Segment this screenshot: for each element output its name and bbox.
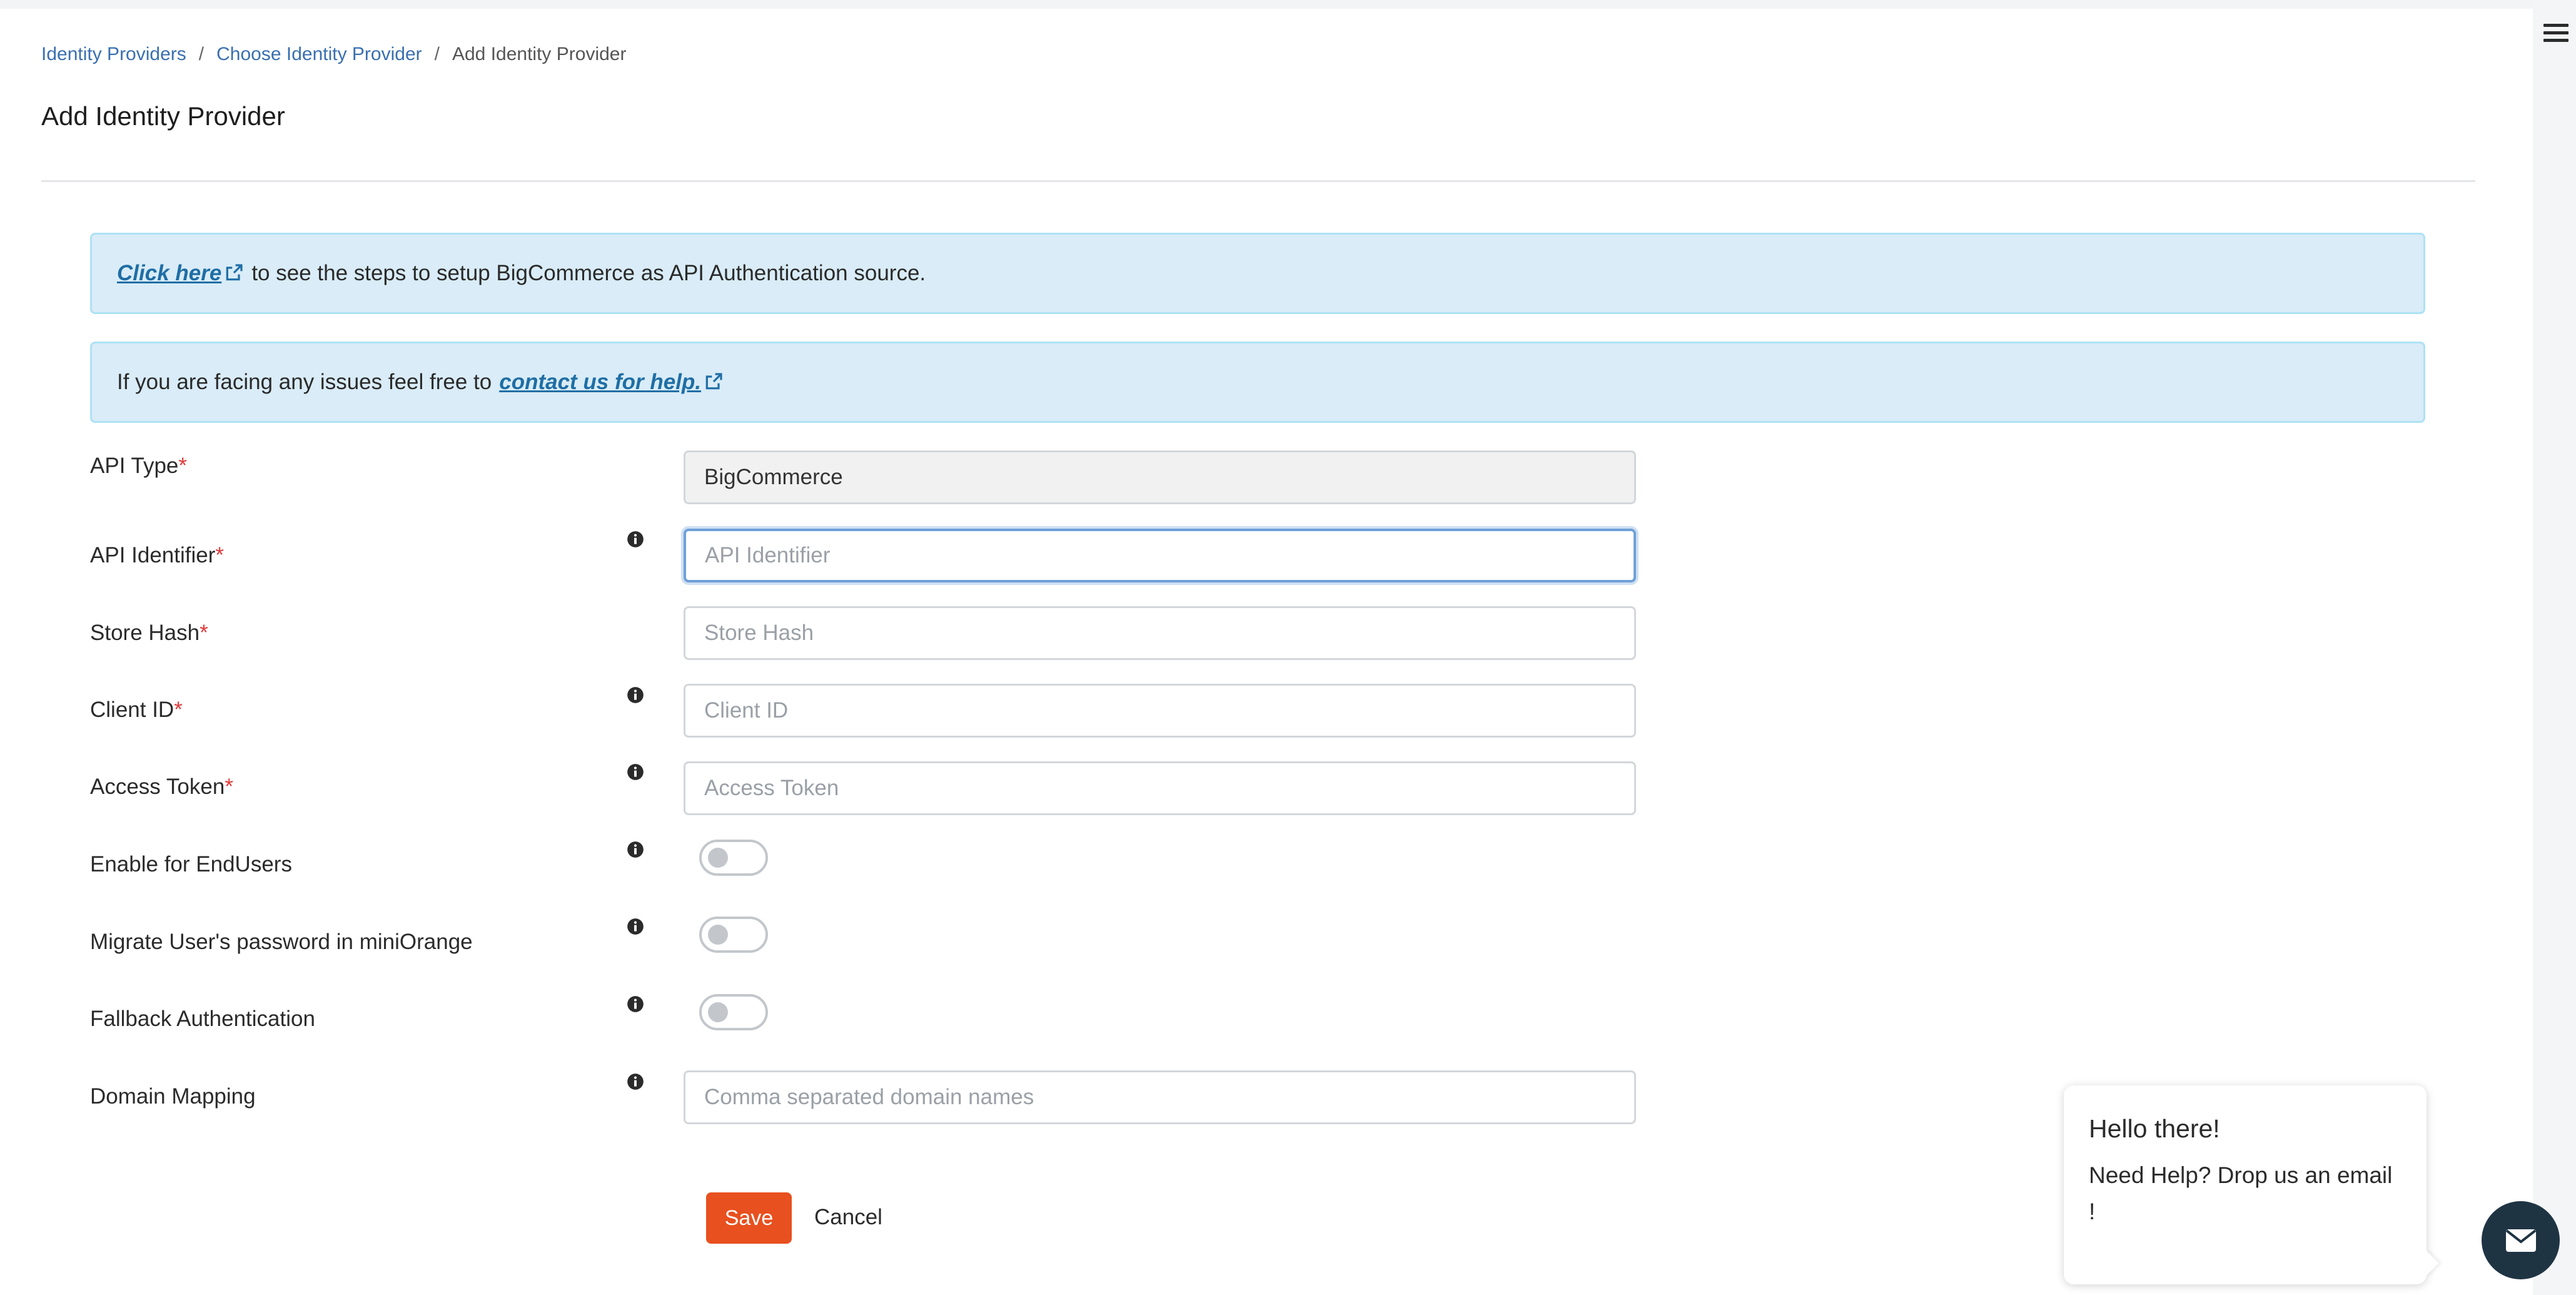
top-bar: [0, 0, 2533, 9]
info-icon[interactable]: [627, 918, 644, 935]
client-id-label-text: Client ID: [90, 698, 174, 722]
setup-steps-link-text: Click here: [117, 261, 222, 285]
api-identifier-input[interactable]: [684, 529, 1636, 582]
external-link-icon: [705, 373, 722, 390]
migrate-password-label: Migrate User's password in miniOrange: [90, 930, 473, 954]
toggle-knob: [708, 848, 728, 868]
setup-steps-link[interactable]: Click here: [117, 261, 244, 286]
toggle-knob: [708, 1002, 728, 1022]
enable-endusers-toggle[interactable]: [699, 840, 768, 876]
access-token-label-text: Access Token: [90, 774, 225, 799]
store-hash-input[interactable]: [684, 606, 1636, 660]
info-icon[interactable]: [627, 763, 644, 781]
breadcrumb-separator: /: [434, 44, 440, 64]
right-sidebar-strip: [2533, 0, 2576, 1295]
breadcrumb-separator: /: [198, 44, 205, 64]
chat-popup-tail: [2414, 1251, 2439, 1276]
access-token-input[interactable]: [684, 761, 1636, 815]
toggle-knob: [708, 925, 728, 945]
breadcrumb-current: Add Identity Provider: [452, 44, 627, 64]
api-identifier-label: API Identifier*: [90, 543, 224, 568]
api-type-field: [684, 450, 1636, 504]
api-identifier-label-text: API Identifier: [90, 543, 216, 567]
domain-mapping-label: Domain Mapping: [90, 1084, 256, 1109]
fallback-auth-label: Fallback Authentication: [90, 1007, 315, 1031]
api-type-label-text: API Type: [90, 454, 179, 478]
required-mark: *: [225, 774, 233, 799]
chat-email-button[interactable]: [2482, 1201, 2560, 1279]
required-mark: *: [200, 621, 208, 645]
info-icon[interactable]: [627, 1073, 644, 1090]
client-id-label: Client ID*: [90, 698, 183, 723]
external-link-icon: [226, 264, 243, 281]
save-button[interactable]: Save: [706, 1192, 792, 1244]
header-divider: [41, 180, 2475, 182]
enable-endusers-label: Enable for EndUsers: [90, 852, 292, 876]
api-type-label: API Type*: [90, 454, 187, 479]
hamburger-menu-icon[interactable]: [2543, 24, 2568, 43]
help-alert: If you are facing any issues feel free t…: [90, 342, 2425, 423]
fallback-auth-toggle[interactable]: [699, 994, 768, 1030]
info-icon[interactable]: [627, 995, 644, 1013]
cancel-button[interactable]: Cancel: [814, 1205, 882, 1230]
migrate-password-toggle[interactable]: [699, 917, 768, 953]
store-hash-label: Store Hash*: [90, 621, 208, 646]
info-icon[interactable]: [627, 686, 644, 704]
info-icon[interactable]: [627, 841, 644, 858]
access-token-label: Access Token*: [90, 774, 233, 800]
setup-steps-text: to see the steps to setup BigCommerce as…: [251, 261, 926, 285]
required-mark: *: [174, 698, 183, 722]
breadcrumb-identity-providers[interactable]: Identity Providers: [41, 44, 186, 64]
required-mark: *: [215, 543, 225, 567]
client-id-input[interactable]: [684, 684, 1636, 738]
required-mark: *: [178, 454, 188, 478]
info-icon[interactable]: [627, 531, 644, 548]
contact-us-link-text: contact us for help.: [499, 370, 702, 394]
chat-popup: Hello there! Need Help? Drop us an email…: [2064, 1085, 2439, 1284]
help-text: If you are facing any issues feel free t…: [117, 370, 492, 394]
setup-steps-alert: Click here to see the steps to setup Big…: [90, 233, 2425, 314]
contact-us-link[interactable]: contact us for help.: [499, 370, 724, 395]
breadcrumb: Identity Providers / Choose Identity Provi…: [41, 44, 626, 65]
chat-title: Hello there!: [2089, 1114, 2220, 1143]
envelope-icon: [2505, 1229, 2536, 1252]
page-title: Add Identity Provider: [41, 101, 285, 131]
breadcrumb-choose-identity-provider[interactable]: Choose Identity Provider: [216, 44, 422, 64]
domain-mapping-input[interactable]: [684, 1070, 1636, 1124]
chat-body: Need Help? Drop us an email !: [2089, 1162, 2393, 1224]
store-hash-label-text: Store Hash: [90, 621, 200, 645]
